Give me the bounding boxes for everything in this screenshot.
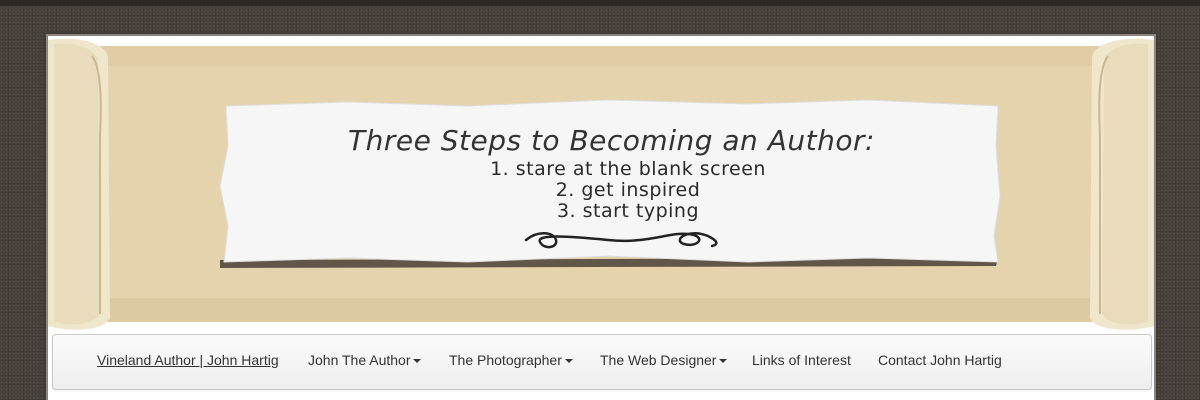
page-top-border [0,0,1200,6]
page-container: Three Steps to Becoming an Author: 1. st… [48,36,1154,400]
nav-item-contact[interactable]: Contact John Hartig [878,352,1002,368]
site-brand-link[interactable]: Vineland Author | John Hartig [97,352,279,368]
nav-item-the-web-designer[interactable]: The Web Designer [600,352,728,368]
nav-item-label: John The Author [308,352,411,368]
banner-step: 3. start typing [556,200,700,222]
nav-item-label: Contact John Hartig [878,352,1002,368]
main-navbar: Vineland Author | John Hartig John The A… [52,334,1152,390]
nav-item-label: The Photographer [449,352,562,368]
banner-step: 2. get inspired [555,179,701,201]
nav-item-label: Links of Interest [752,352,851,368]
header-banner: Three Steps to Becoming an Author: 1. st… [48,36,1154,332]
caret-down-icon [719,359,728,364]
caret-down-icon [564,359,573,364]
banner-text-group: Three Steps to Becoming an Author: 1. st… [48,36,1154,332]
banner-step: 1. stare at the blank screen [490,158,766,180]
nav-item-label: The Web Designer [600,352,717,368]
banner-title: Three Steps to Becoming an Author: [348,124,875,157]
nav-item-john-the-author[interactable]: John The Author [308,352,422,368]
caret-down-icon [413,359,422,364]
nav-item-links-of-interest[interactable]: Links of Interest [752,352,851,368]
nav-item-the-photographer[interactable]: The Photographer [449,352,573,368]
